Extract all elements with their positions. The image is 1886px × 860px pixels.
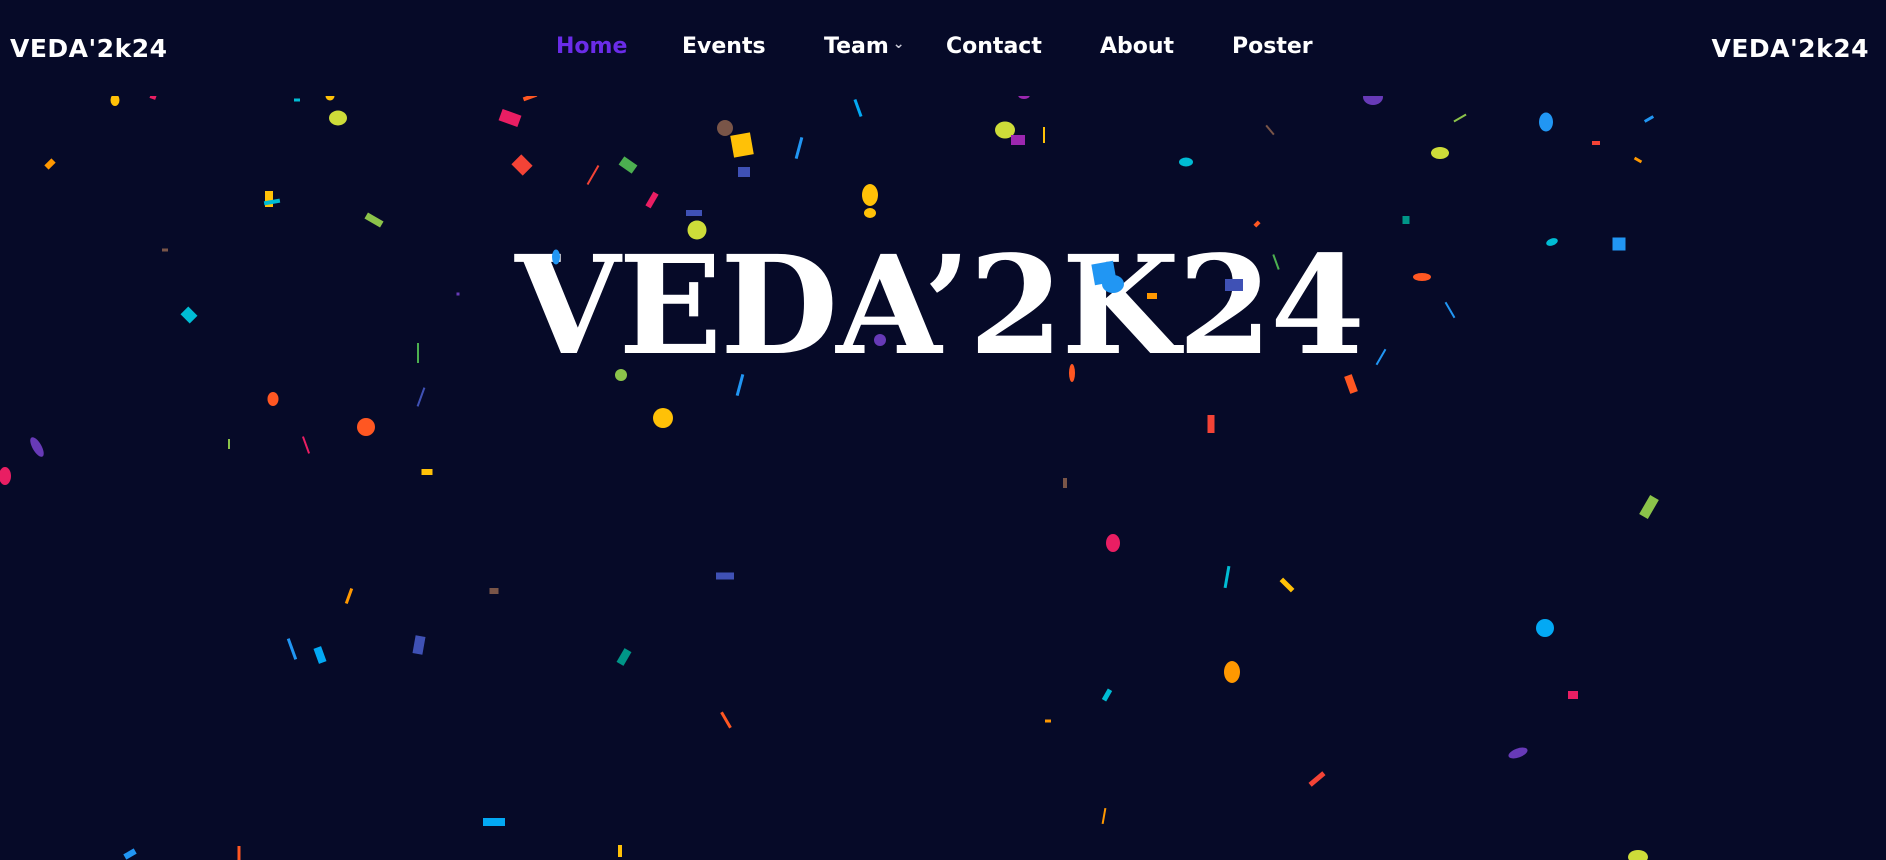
confetti-piece <box>511 154 533 176</box>
confetti-piece <box>1043 127 1045 143</box>
confetti-piece <box>1431 147 1449 159</box>
confetti-piece <box>286 638 298 660</box>
brand-logo-right[interactable]: VEDA'2k24 <box>1712 34 1870 63</box>
confetti-piece <box>794 136 804 160</box>
confetti-piece <box>1539 112 1553 132</box>
confetti-piece <box>716 572 734 580</box>
confetti-piece <box>720 711 732 729</box>
confetti-piece <box>738 167 750 177</box>
confetti-piece <box>1568 691 1578 699</box>
confetti-piece <box>1101 807 1107 825</box>
confetti-piece <box>1207 415 1215 433</box>
confetti-piece <box>489 588 499 594</box>
confetti-piece <box>1508 747 1528 759</box>
nav-poster-label: Poster <box>1232 34 1313 59</box>
confetti-piece <box>645 191 659 209</box>
hero-title: VEDA’2K24 <box>515 226 1365 386</box>
confetti-piece <box>1011 135 1025 145</box>
chevron-down-icon[interactable]: ⌄ <box>893 36 905 52</box>
confetti-piece <box>618 845 622 857</box>
confetti-piece <box>730 132 754 158</box>
confetti-piece <box>1265 124 1275 136</box>
confetti-piece <box>267 392 279 406</box>
confetti-piece <box>162 248 168 252</box>
confetti-piece <box>416 387 426 407</box>
nav-poster[interactable]: Poster <box>1232 34 1342 59</box>
confetti-piece <box>862 184 878 206</box>
nav-team[interactable]: Team ⌄ <box>824 34 946 59</box>
nav-events-label: Events <box>682 34 766 59</box>
confetti-piece <box>853 99 863 117</box>
confetti-piece <box>653 408 673 428</box>
confetti-piece <box>1546 238 1558 246</box>
confetti-piece <box>995 121 1015 139</box>
confetti-piece <box>412 635 426 655</box>
confetti-piece <box>263 198 281 206</box>
confetti-piece <box>1063 478 1067 488</box>
confetti-piece <box>1628 850 1648 860</box>
confetti-piece <box>1375 348 1387 366</box>
confetti-piece <box>1279 577 1295 593</box>
confetti-piece <box>0 467 11 485</box>
main-nav: Home Events Team ⌄ Contact About Poster <box>556 34 1342 59</box>
confetti-piece <box>1101 688 1113 702</box>
confetti-layer <box>0 89 1659 860</box>
confetti-piece <box>1453 113 1467 123</box>
confetti-piece <box>228 439 230 449</box>
confetti-piece <box>344 587 354 605</box>
confetti-piece <box>364 212 384 228</box>
nav-about[interactable]: About <box>1100 34 1232 59</box>
nav-contact-label: Contact <box>946 34 1042 59</box>
nav-contact[interactable]: Contact <box>946 34 1100 59</box>
confetti-piece <box>1536 619 1554 637</box>
confetti-piece <box>180 306 198 324</box>
nav-events[interactable]: Events <box>682 34 824 59</box>
confetti-piece <box>313 646 327 664</box>
confetti-piece <box>44 158 56 170</box>
confetti-piece <box>1179 157 1193 167</box>
nav-team-label: Team <box>824 34 889 59</box>
confetti-piece <box>498 108 522 128</box>
confetti-piece <box>717 120 733 136</box>
confetti-piece <box>357 418 375 436</box>
confetti-piece <box>456 292 460 296</box>
confetti-piece <box>586 164 600 186</box>
confetti-piece <box>483 818 505 826</box>
confetti-piece <box>616 648 632 666</box>
confetti-piece <box>1413 273 1431 281</box>
confetti-piece <box>123 848 137 860</box>
confetti-piece <box>301 436 311 454</box>
confetti-piece <box>1444 301 1456 319</box>
confetti-piece <box>618 156 638 174</box>
nav-about-label: About <box>1100 34 1175 59</box>
confetti-piece <box>1633 156 1643 164</box>
confetti-piece <box>686 210 702 216</box>
confetti-piece <box>1045 719 1051 723</box>
confetti-piece <box>1224 661 1240 683</box>
confetti-piece <box>237 846 241 860</box>
confetti-piece <box>294 98 300 102</box>
confetti-piece <box>30 437 44 457</box>
confetti-piece <box>265 191 273 207</box>
confetti-piece <box>1308 771 1326 787</box>
confetti-piece <box>421 469 433 475</box>
confetti-piece <box>1402 216 1410 224</box>
nav-home-label: Home <box>556 34 628 59</box>
confetti-piece <box>1106 534 1120 552</box>
confetti-piece <box>1612 237 1626 251</box>
confetti-piece <box>329 110 347 126</box>
navbar: VEDA'2k24 Home Events Team ⌄ Contact Abo… <box>0 0 1886 96</box>
confetti-piece <box>1223 565 1231 589</box>
confetti-piece <box>1643 115 1655 123</box>
confetti-piece <box>864 208 876 218</box>
confetti-piece <box>1592 141 1600 145</box>
brand-logo-left[interactable]: VEDA'2k24 <box>10 34 168 63</box>
confetti-piece <box>1639 494 1659 520</box>
nav-home[interactable]: Home <box>556 34 682 59</box>
confetti-piece <box>417 343 419 363</box>
